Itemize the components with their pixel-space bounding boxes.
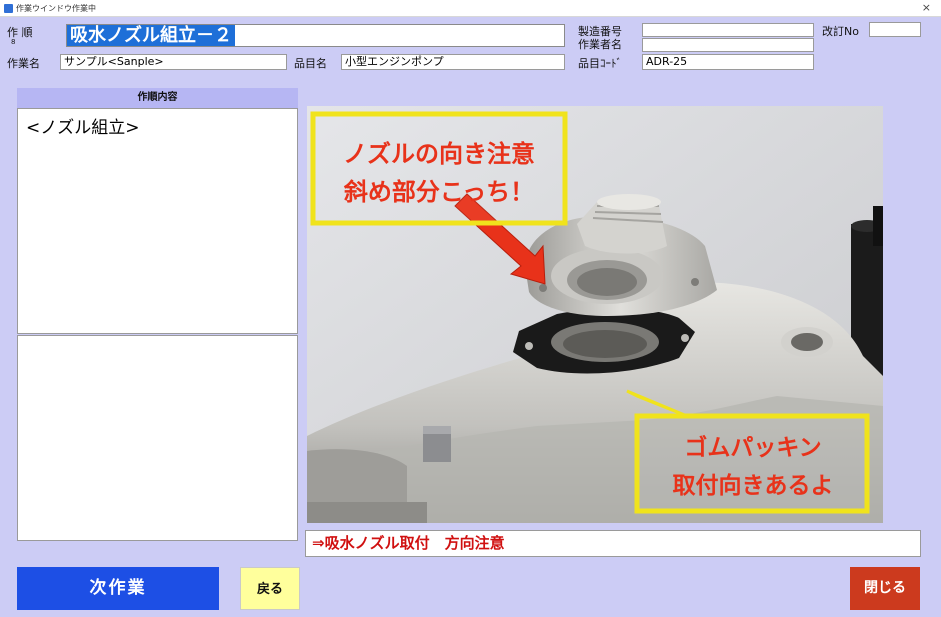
serial-field xyxy=(642,23,814,37)
item-name-label: 品目名 xyxy=(294,57,327,70)
step-content-panel: <ノズル組立> xyxy=(17,108,298,334)
step-title-field: 吸水ノズル組立－２ xyxy=(66,24,565,47)
callout-bottom-line2: 取付向きあるよ xyxy=(673,472,834,499)
back-button[interactable]: 戻る xyxy=(240,567,300,610)
app-icon xyxy=(4,4,13,13)
close-button[interactable]: 閉じる xyxy=(850,567,920,610)
item-name-field: 小型エンジンポンプ xyxy=(341,54,565,70)
revision-label: 改訂No xyxy=(822,25,859,38)
next-step-button[interactable]: 次作業 xyxy=(17,567,219,610)
window-status: 作業中 xyxy=(72,4,96,13)
instruction-caption: ⇒吸水ノズル取付 方向注意 xyxy=(305,530,921,557)
step-content-header: 作順内容 xyxy=(17,88,298,108)
callout-top-line2: 斜め部分こっち！ xyxy=(343,178,534,206)
item-code-field: ADR-25 xyxy=(642,54,814,70)
step-content-text: <ノズル組立> xyxy=(26,118,140,138)
title-bar: 作業ウインドウ 作業中 × xyxy=(0,0,941,17)
notes-panel xyxy=(17,335,298,541)
step-title: 吸水ノズル組立－２ xyxy=(67,25,235,46)
step-sub-label: 8 xyxy=(11,38,16,46)
work-name-field: サンプル<Sanple> xyxy=(60,54,287,70)
worker-field xyxy=(642,38,814,52)
callout-top-line1: ノズルの向き注意 xyxy=(343,140,535,168)
callout-bottom-line1: ゴムパッキン xyxy=(684,434,821,461)
main-form: 作 順 8 吸水ノズル組立－２ 製造番号 作業者名 改訂No 作業名 サンプル<… xyxy=(0,17,941,617)
revision-field xyxy=(869,22,921,37)
worker-label: 作業者名 xyxy=(578,38,622,51)
close-window-icon[interactable]: × xyxy=(922,1,931,14)
window-title: 作業ウインドウ xyxy=(16,4,72,13)
item-code-label: 品目ｺｰﾄﾞ xyxy=(578,57,622,70)
work-photo: ノズルの向き注意 斜め部分こっち！ ゴムパッキン 取付向きあるよ xyxy=(307,106,883,523)
work-name-label: 作業名 xyxy=(7,57,40,70)
